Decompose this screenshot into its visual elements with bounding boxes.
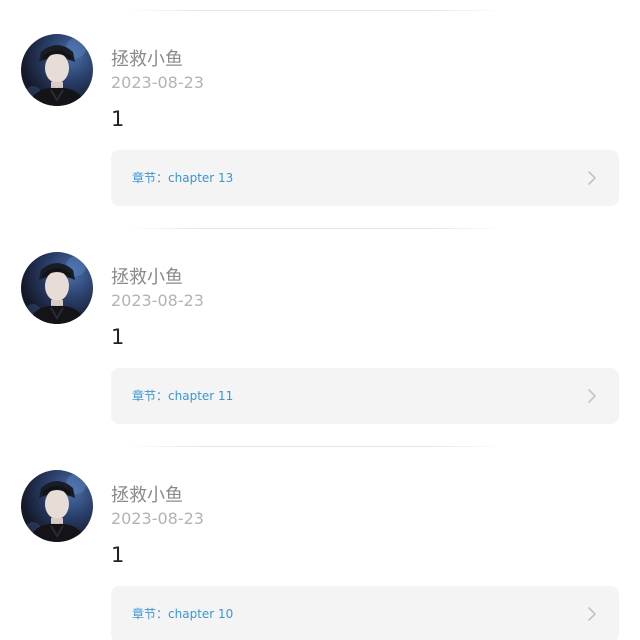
chapter-label: 章节：chapter 13 [132,169,233,187]
comment-content: 1 [111,325,125,349]
username[interactable]: 拯救小鱼 [111,484,183,508]
chevron-right-icon [588,607,596,621]
comment-item: 拯救小鱼 2023-08-23 1 章节：chapter 11 [0,218,640,436]
username[interactable]: 拯救小鱼 [111,266,183,290]
avatar[interactable] [21,252,93,324]
chapter-link-card[interactable]: 章节：chapter 10 [111,586,619,640]
chapter-name: chapter 11 [168,389,234,403]
chapter-prefix: 章节： [132,607,169,621]
chapter-name: chapter 13 [168,171,234,185]
avatar[interactable] [21,34,93,106]
comment-date: 2023-08-23 [111,291,204,310]
avatar[interactable] [21,470,93,542]
chapter-prefix: 章节： [132,389,169,403]
chapter-link-card[interactable]: 章节：chapter 13 [111,150,619,206]
comment-item: 拯救小鱼 2023-08-23 1 章节：chapter 13 [0,0,640,218]
chapter-name: chapter 10 [168,607,234,621]
username[interactable]: 拯救小鱼 [111,48,183,72]
chevron-right-icon [588,171,596,185]
chevron-right-icon [588,389,596,403]
comment-date: 2023-08-23 [111,509,204,528]
comment-feed: 拯救小鱼 2023-08-23 1 章节：chapter 13 拯救小鱼 202… [0,0,640,640]
chapter-prefix: 章节： [132,171,169,185]
comment-date: 2023-08-23 [111,73,204,92]
chapter-link-card[interactable]: 章节：chapter 11 [111,368,619,424]
comment-content: 1 [111,107,125,131]
chapter-label: 章节：chapter 11 [132,387,233,405]
comment-item: 拯救小鱼 2023-08-23 1 章节：chapter 10 [0,436,640,640]
chapter-label: 章节：chapter 10 [132,605,233,623]
comment-content: 1 [111,543,125,567]
